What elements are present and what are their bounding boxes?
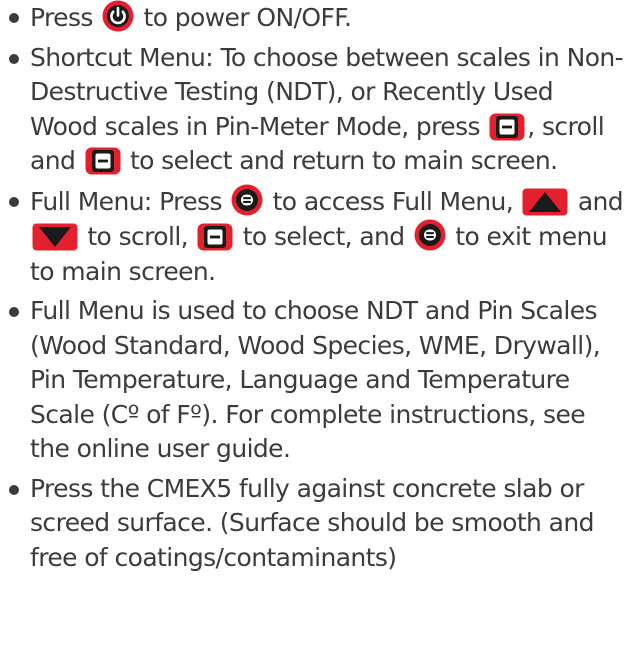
instruction-text: Full Menu is used to choose NDT and Pin …: [30, 296, 601, 463]
down-button-icon: [32, 223, 78, 251]
menu-button-icon: [231, 184, 263, 216]
instruction-text: Press: [30, 3, 101, 32]
power-button-icon: [102, 0, 134, 32]
list-item: Press to power ON/OFF.: [8, 0, 624, 36]
instruction-text: to select, and: [235, 222, 412, 251]
instruction-text: Press the CMEX5 fully against concrete s…: [30, 473, 594, 572]
instruction-list: Press to power ON/OFF. Shortcut Menu: To…: [8, 0, 624, 580]
instruction-text: to access Full Menu,: [265, 186, 521, 216]
instruction-text: and: [570, 186, 624, 216]
list-item: Press the CMEX5 fully against concrete s…: [8, 472, 624, 576]
instruction-text: to scroll,: [80, 222, 196, 251]
instruction-text: Full Menu: Press: [30, 186, 230, 216]
instruction-text: to select and return to main screen.: [122, 146, 558, 175]
list-item: Full Menu: Press to access Full Menu, an…: [8, 184, 624, 290]
list-item: Shortcut Menu: To choose between scales …: [8, 41, 624, 179]
instruction-page: Press to power ON/OFF. Shortcut Menu: To…: [0, 0, 628, 659]
list-item: Full Menu is used to choose NDT and Pin …: [8, 294, 624, 467]
select-button-icon: [197, 223, 233, 251]
menu-button-icon: [414, 219, 446, 251]
instruction-text: to power ON/OFF.: [136, 3, 352, 32]
select-button-icon: [489, 113, 525, 141]
select-button-icon: [85, 147, 121, 175]
up-button-icon: [522, 188, 568, 216]
